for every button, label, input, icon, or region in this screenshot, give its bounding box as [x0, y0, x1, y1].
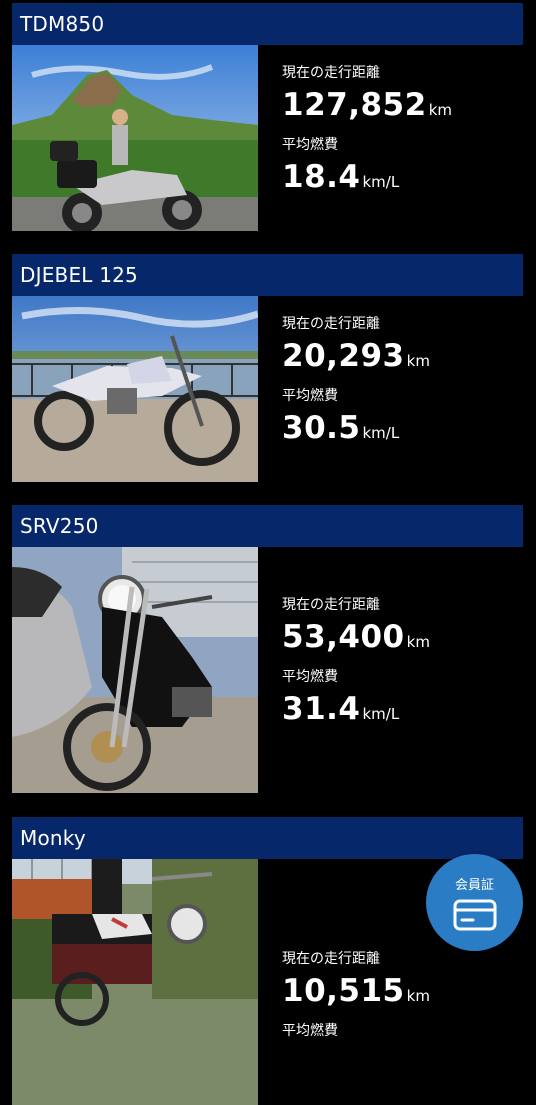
odometer-number: 20,293 [282, 338, 405, 374]
bike-stats: 現在の走行距離 10,515 km 平均燃費 [282, 949, 430, 1085]
motorcycle-photo[interactable] [12, 296, 258, 482]
motorcycle-photo[interactable] [12, 859, 258, 1105]
bike-name: DJEBEL 125 [20, 263, 138, 287]
odometer-number: 10,515 [282, 973, 405, 1009]
bike-name: TDM850 [20, 12, 105, 36]
bike-card-header: TDM850 [12, 3, 523, 45]
fuel-label: 平均燃費 [282, 669, 338, 685]
bike-name: SRV250 [20, 514, 99, 538]
fuel-number: 30.5 [282, 410, 361, 446]
member-card-label: 会員証 [454, 878, 494, 893]
fuel-unit: km/L [362, 705, 400, 723]
bike-card-srv250[interactable]: SRV250 現在の走行距離 53,400 km 平均燃費 31.4 km/L [12, 505, 523, 793]
odometer-unit: km [428, 101, 453, 119]
bike-stats: 現在の走行距離 53,400 km 平均燃費 31.4 km/L [282, 595, 430, 731]
fuel-label: 平均燃費 [282, 1023, 338, 1039]
bike-card-monky[interactable]: Monky 現在の走行距離 10,515 km 平均燃費 [12, 817, 523, 1105]
bike-card-header: Monky [12, 817, 523, 859]
motorcycle-photo[interactable] [12, 45, 258, 231]
odometer-unit: km [406, 987, 430, 1005]
odometer-value: 53,400 km [282, 615, 430, 659]
odometer-value: 10,515 km [282, 969, 430, 1013]
odometer-unit: km [406, 352, 430, 370]
bike-card-tdm850[interactable]: TDM850 現在の走行距離 127,852 km 平均燃費 18.4 km/L [12, 3, 523, 231]
bike-stats: 現在の走行距離 127,852 km 平均燃費 18.4 km/L [282, 63, 452, 199]
fuel-value: 18.4 km/L [282, 155, 452, 199]
card-icon [453, 899, 497, 931]
odometer-label: 現在の走行距離 [282, 65, 380, 81]
bike-card-djebel-125[interactable]: DJEBEL 125 現在の走行距離 20,293 km 平均燃費 30.5 k… [12, 254, 523, 482]
fuel-label: 平均燃費 [282, 137, 338, 153]
fuel-number: 31.4 [282, 691, 361, 727]
bike-card-header: SRV250 [12, 505, 523, 547]
fuel-value [282, 1041, 430, 1085]
odometer-number: 53,400 [282, 619, 405, 655]
fuel-unit: km/L [362, 424, 400, 442]
odometer-label: 現在の走行距離 [282, 951, 380, 967]
bike-stats: 現在の走行距離 20,293 km 平均燃費 30.5 km/L [282, 314, 430, 450]
fuel-number: 18.4 [282, 159, 361, 195]
fuel-label: 平均燃費 [282, 388, 338, 404]
fuel-value: 30.5 km/L [282, 406, 430, 450]
member-card-button[interactable]: 会員証 [426, 854, 523, 951]
bike-name: Monky [20, 826, 86, 850]
odometer-unit: km [406, 633, 430, 651]
odometer-value: 127,852 km [282, 83, 452, 127]
odometer-label: 現在の走行距離 [282, 316, 380, 332]
odometer-label: 現在の走行距離 [282, 597, 380, 613]
odometer-number: 127,852 [282, 87, 427, 123]
odometer-value: 20,293 km [282, 334, 430, 378]
motorcycle-photo[interactable] [12, 547, 258, 793]
bike-card-header: DJEBEL 125 [12, 254, 523, 296]
fuel-value: 31.4 km/L [282, 687, 430, 731]
fuel-unit: km/L [362, 173, 400, 191]
